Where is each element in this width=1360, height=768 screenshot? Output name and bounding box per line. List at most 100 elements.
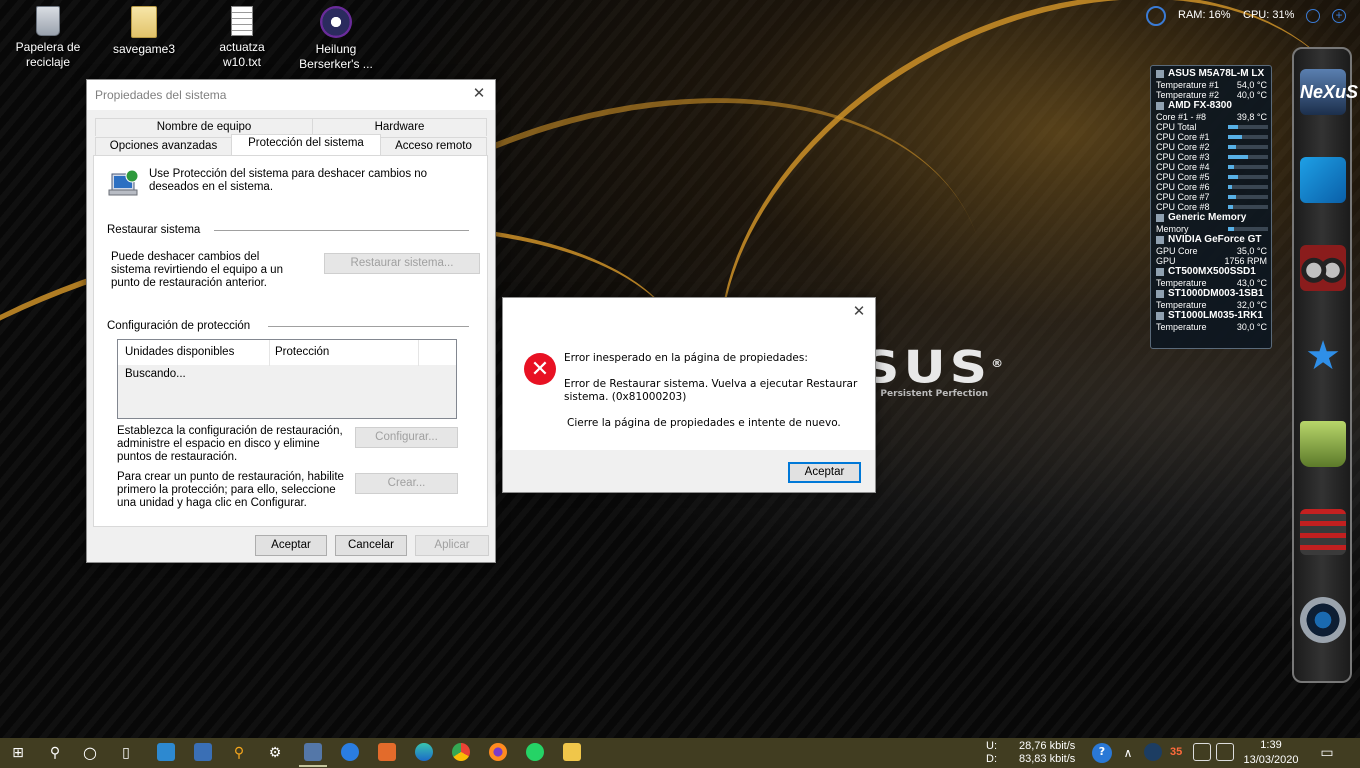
hwmon-row-value: 40,0 °C — [1236, 90, 1267, 100]
column-separator — [269, 340, 270, 366]
binoculars-icon[interactable] — [1300, 245, 1346, 291]
nexus-logo-icon[interactable]: NeXuS — [1300, 69, 1359, 115]
desktop-icon-savegame3[interactable]: savegame3 — [104, 0, 184, 57]
configure-button[interactable]: Configurar... — [355, 427, 458, 448]
hwmon-row-label: CPU Core #2 — [1156, 142, 1210, 152]
app-icon[interactable] — [194, 743, 212, 761]
help-icon[interactable]: ? — [1092, 743, 1112, 763]
stacked-box-icon[interactable] — [1300, 509, 1346, 555]
search-icon[interactable]: ⚲ — [44, 742, 66, 764]
error-message: Error de Restaurar sistema. Vuelva a eje… — [564, 378, 858, 403]
cortana-icon[interactable]: ○ — [79, 742, 101, 764]
restore-system-button[interactable]: Restaurar sistema... — [324, 253, 480, 274]
notifications-icon[interactable]: ▭ — [1316, 742, 1338, 764]
file-explorer-icon[interactable] — [563, 743, 581, 761]
hwmon-row: CPU Core #5 — [1156, 172, 1268, 182]
settings-gear-icon[interactable]: ⚙ — [264, 742, 286, 764]
start-windows-icon[interactable]: ⊞ — [7, 742, 29, 764]
col-drives[interactable]: Unidades disponibles — [125, 346, 234, 358]
restore-description: Puede deshacer cambios del sistema revir… — [111, 251, 283, 289]
clock-date[interactable]: 13/03/2020 — [1240, 753, 1302, 767]
hwmon-row-label: CPU Core #3 — [1156, 152, 1210, 162]
gauge-icon[interactable] — [1146, 6, 1166, 26]
tab-opciones-avanzadas[interactable]: Opciones avanzadas — [95, 137, 232, 155]
net-download-label: D: — [986, 753, 997, 765]
task-view-icon[interactable]: ▯ — [115, 742, 137, 764]
tray-counter[interactable]: 35 — [1170, 746, 1182, 759]
col-protection[interactable]: Protección — [275, 346, 329, 358]
hwmon-row: Temperature 30,0 °C — [1156, 322, 1267, 332]
hwmon-row-label: Core #1 - #8 — [1156, 112, 1207, 122]
hwmon-row-label: CPU Core #6 — [1156, 182, 1210, 192]
chevron-up-icon[interactable]: ∧ — [1117, 742, 1139, 764]
hwmon-row: CPU Core #4 — [1156, 162, 1268, 172]
list-header: Unidades disponibles Protección — [118, 340, 456, 366]
taskbar: ⊞ ⚲ ○ ▯ ⚲ ⚙ U: D: 28,76 kbit/s 83,83 kbi… — [0, 738, 1360, 768]
speed-icon[interactable] — [1306, 9, 1320, 23]
tab-panel: Use Protección del sistema para deshacer… — [93, 155, 488, 527]
hwmon-row-value: 1756 RPM — [1224, 256, 1267, 266]
hwmon-usage-bar — [1228, 155, 1268, 159]
whatsapp-icon[interactable] — [526, 743, 544, 761]
hwmon-usage-bar — [1228, 175, 1268, 179]
ok-button[interactable]: Aceptar — [255, 535, 327, 556]
hwmon-row-label: CPU Core #7 — [1156, 192, 1210, 202]
hwmon-row-label: GPU Core — [1156, 246, 1198, 256]
star-icon[interactable]: ★ — [1300, 333, 1346, 379]
everything-search-icon[interactable]: ⚲ — [228, 742, 250, 764]
hwmon-usage-bar — [1228, 195, 1268, 199]
desktop-icon-actuatza[interactable]: actuatza w10.txt — [199, 0, 285, 70]
desktop-icon-label: savegame3 — [112, 42, 176, 56]
cancel-button[interactable]: Cancelar — [335, 535, 407, 556]
asus-tagline: n • Persistent Perfection — [862, 389, 989, 399]
browser-icon[interactable] — [341, 743, 359, 761]
network-icon[interactable] — [1216, 743, 1234, 761]
nexus-logo-text: NeXuS — [1300, 82, 1359, 102]
firefox-icon[interactable] — [489, 743, 507, 761]
hwmon-row-label: CPU Core #1 — [1156, 132, 1210, 142]
hwmon-usage-bar — [1228, 205, 1268, 209]
close-icon[interactable]: ✕ — [851, 304, 867, 320]
hardware-monitor-gadget: ASUS M5A78L-M LX Temperature #1 54,0 °C Tem… — [1150, 65, 1272, 349]
hwmon-row-label: Memory — [1156, 224, 1189, 234]
system-properties-taskbar-icon[interactable] — [304, 743, 322, 761]
desktop-icon-label: Papelera de reciclaje — [15, 40, 81, 69]
chrome-icon[interactable] — [452, 743, 470, 761]
hwmon-row: GPU Core 35,0 °C — [1156, 246, 1267, 256]
cpu-usage: CPU: 31% — [1243, 9, 1295, 21]
system-monitor-bar: RAM: 16% CPU: 31% + — [1144, 6, 1356, 28]
edge-icon[interactable] — [415, 743, 433, 761]
error-instruction: Cierre la página de propiedades e intent… — [567, 417, 841, 429]
desktop-icon-recycle-bin[interactable]: Papelera de reciclaje — [8, 0, 88, 70]
drives-list[interactable]: Unidades disponibles Protección Buscando… — [117, 339, 457, 419]
clock-time[interactable]: 1:39 — [1240, 738, 1302, 752]
media-file-icon — [320, 6, 352, 38]
hwmon-usage-bar — [1228, 125, 1268, 129]
hwmon-row-value: 35,0 °C — [1236, 246, 1267, 256]
app-orange-icon[interactable] — [378, 743, 396, 761]
net-download: 83,83 kbit/s — [1019, 753, 1076, 765]
create-button[interactable]: Crear... — [355, 473, 458, 494]
bag-icon[interactable] — [1300, 421, 1346, 467]
error-ok-button[interactable]: Aceptar — [788, 462, 861, 483]
hwmon-row-label: CPU Core #5 — [1156, 172, 1210, 182]
hwmon-row-label: CPU Core #8 — [1156, 202, 1210, 212]
close-icon[interactable]: ✕ — [471, 86, 487, 102]
windows-icon[interactable] — [1300, 157, 1346, 203]
divider — [268, 326, 469, 327]
apply-button[interactable]: Aplicar — [415, 535, 489, 556]
tab-acceso-remoto[interactable]: Acceso remoto — [380, 137, 487, 155]
control-panel-icon[interactable] — [157, 743, 175, 761]
desktop-icon-heilung[interactable]: Heilung Berserker's ... — [296, 0, 376, 72]
camera-icon[interactable] — [1300, 597, 1346, 643]
tab-proteccion-sistema[interactable]: Protección del sistema — [231, 134, 381, 155]
hwmon-row: Temperature 32,0 °C — [1156, 300, 1267, 310]
steam-icon[interactable] — [1144, 743, 1162, 761]
add-icon[interactable]: + — [1332, 9, 1346, 23]
hwmon-row: Core #1 - #8 39,8 °C — [1156, 112, 1267, 122]
recycle-bin-icon — [36, 6, 60, 36]
folder-icon — [131, 6, 157, 38]
network-monitor-icon[interactable] — [1193, 743, 1211, 761]
hwmon-row-value: 39,8 °C — [1236, 112, 1267, 122]
hwmon-row-value: 43,0 °C — [1236, 278, 1267, 288]
